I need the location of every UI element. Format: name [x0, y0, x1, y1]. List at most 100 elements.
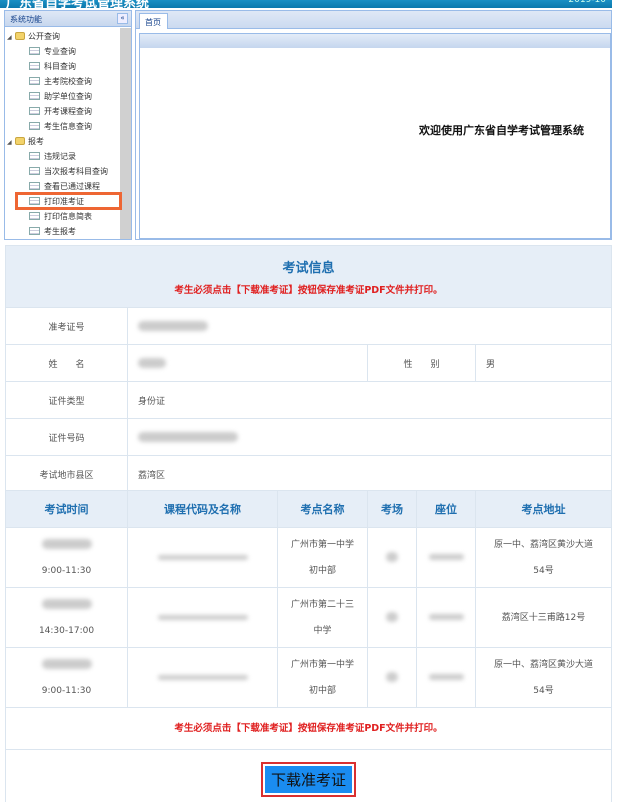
- welcome-text: 欢迎使用广东省自学考试管理系统: [419, 124, 584, 137]
- value-district: 荔湾区: [127, 455, 612, 493]
- main-panel: 首页 欢迎使用广东省自学考试管理系统: [135, 10, 612, 240]
- sidebar-item[interactable]: 打印信息简表: [5, 209, 131, 224]
- sidebar-item-label: 开考课程查询: [44, 107, 92, 116]
- redacted-date: [41, 659, 92, 669]
- sidebar-item-label: 打印信息简表: [44, 212, 92, 221]
- app-title: 广东省自学考试管理系统: [6, 0, 150, 8]
- redacted-room: [386, 672, 398, 682]
- exam-schedule-table: 考试时间 课程代码及名称 考点名称 考场 座位 考点地址 9:00-11:30 …: [5, 490, 612, 802]
- tab-home[interactable]: 首页: [139, 13, 168, 29]
- label-district: 考试地市县区: [5, 455, 128, 493]
- address-line: 荔湾区十三甫路12号: [501, 612, 586, 623]
- col-seat: 座位: [416, 490, 476, 528]
- redacted-course: [157, 614, 248, 620]
- redacted-room: [386, 612, 398, 622]
- notice-top: 考生必须点击【下载准考证】按钮保存准考证PDF文件并打印。: [174, 285, 443, 296]
- sidebar-item-label: 助学单位查询: [44, 92, 92, 101]
- col-site: 考点名称: [277, 490, 368, 528]
- label-ticket: 准考证号: [5, 307, 128, 345]
- tree-group[interactable]: ◢ 公开查询: [5, 29, 131, 44]
- app-header: 广东省自学考试管理系统 2019-10: [0, 0, 612, 8]
- label-id-type: 证件类型: [5, 381, 128, 419]
- sidebar-item-label: 违规记录: [44, 152, 76, 161]
- sidebar-title: 系统功能: [10, 15, 42, 24]
- sidebar-item-label: 主考院校查询: [44, 77, 92, 86]
- page-icon: [29, 107, 40, 115]
- redacted-id-no: [138, 431, 238, 442]
- col-time: 考试时间: [5, 490, 128, 528]
- site-line: 初中部: [308, 565, 336, 576]
- page-icon: [29, 212, 40, 220]
- sidebar-item[interactable]: 专业查询: [5, 44, 131, 59]
- folder-icon: [15, 137, 25, 145]
- redacted-date: [41, 539, 92, 549]
- page-icon: [29, 47, 40, 55]
- sidebar-item-label: 专业查询: [44, 47, 76, 56]
- site-line: 广州市第二十三: [290, 599, 354, 610]
- expand-arrow-icon[interactable]: ◢: [5, 30, 13, 45]
- sidebar-item[interactable]: 考生信息查询: [5, 119, 131, 134]
- page-icon: [29, 152, 40, 160]
- tree-group[interactable]: ◢ 报考: [5, 134, 131, 149]
- collapse-button[interactable]: «: [117, 13, 128, 24]
- sidebar-item[interactable]: 开考课程查询: [5, 104, 131, 119]
- value-id-type: 身份证: [127, 381, 612, 419]
- sidebar-item[interactable]: 违规记录: [5, 149, 131, 164]
- redacted-seat: [428, 674, 464, 680]
- schedule-row: 9:00-11:30 广州市第一中学 初中部 原一中、荔湾区黄沙大道 54号: [5, 527, 612, 588]
- sidebar-item[interactable]: 助学单位查询: [5, 89, 131, 104]
- label-gender: 性 别: [367, 344, 476, 382]
- schedule-row: 14:30-17:00 广州市第二十三 中学 荔湾区十三甫路12号: [5, 587, 612, 648]
- tree-group-label: 报考: [28, 137, 44, 146]
- sidebar-item-label: 科目查询: [44, 62, 76, 71]
- page-icon: [29, 77, 40, 85]
- expand-arrow-icon[interactable]: ◢: [5, 135, 13, 150]
- folder-icon: [15, 32, 25, 40]
- redacted-name: [138, 357, 166, 368]
- page-icon: [29, 182, 40, 190]
- tab-bar: 首页: [136, 11, 611, 29]
- col-room: 考场: [367, 490, 417, 528]
- redacted-ticket: [138, 320, 208, 331]
- sidebar-item[interactable]: 考生报考: [5, 224, 131, 239]
- notice-bottom: 考生必须点击【下载准考证】按钮保存准考证PDF文件并打印。: [174, 722, 443, 734]
- sidebar-item-label: 考生信息查询: [44, 122, 92, 131]
- section-title: 考试信息: [282, 261, 335, 276]
- sidebar-item-label: 考生报考: [44, 227, 76, 236]
- exam-time: 9:00-11:30: [41, 565, 92, 576]
- page-icon: [29, 122, 40, 130]
- redacted-date: [41, 599, 92, 609]
- page-icon: [29, 92, 40, 100]
- sidebar-item-label: 当次报考科目查询: [44, 167, 108, 176]
- exam-info-table: 考试信息 考生必须点击【下载准考证】按钮保存准考证PDF文件并打印。 准考证号 姓…: [5, 245, 612, 493]
- value-gender: 男: [475, 344, 612, 382]
- address-line: 原一中、荔湾区黄沙大道: [493, 659, 593, 670]
- redacted-seat: [428, 614, 464, 620]
- site-line: 初中部: [308, 685, 336, 696]
- sidebar-item[interactable]: 当次报考科目查询: [5, 164, 131, 179]
- sidebar-item[interactable]: 主考院校查询: [5, 74, 131, 89]
- address-line: 54号: [533, 685, 554, 696]
- site-line: 广州市第一中学: [290, 539, 354, 550]
- sidebar-item[interactable]: 科目查询: [5, 59, 131, 74]
- site-line: 广州市第一中学: [290, 659, 354, 670]
- schedule-row: 9:00-11:30 广州市第一中学 初中部 原一中、荔湾区黄沙大道 54号: [5, 647, 612, 708]
- address-line: 原一中、荔湾区黄沙大道: [493, 539, 593, 550]
- sidebar-header: 系统功能 «: [5, 11, 131, 27]
- page-icon: [29, 167, 40, 175]
- exam-time: 9:00-11:30: [41, 685, 92, 696]
- download-admission-ticket-button[interactable]: 下载准考证: [264, 766, 352, 794]
- address-line: 54号: [533, 565, 554, 576]
- redacted-seat: [428, 554, 464, 560]
- redacted-course: [157, 674, 248, 680]
- header-date: 2019-10: [568, 0, 606, 5]
- page-icon: [29, 62, 40, 70]
- redacted-room: [386, 552, 398, 562]
- highlight-box: [15, 192, 122, 210]
- col-course: 课程代码及名称: [127, 490, 278, 528]
- site-line: 中学: [313, 625, 332, 636]
- label-id-no: 证件号码: [5, 418, 128, 456]
- sidebar-item-label: 查看已通过课程: [44, 182, 100, 191]
- redacted-course: [157, 554, 248, 560]
- tree-group-label: 公开查询: [28, 32, 60, 41]
